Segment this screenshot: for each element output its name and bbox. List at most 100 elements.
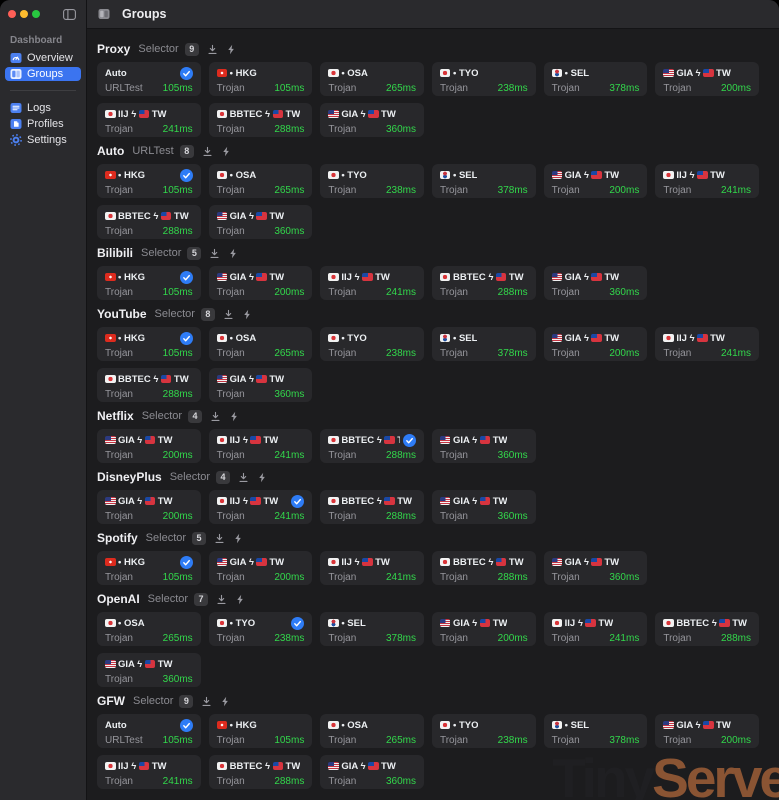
proxy-card[interactable]: GIA ϟTWTrojan200ms [97,429,201,463]
sidebar-item-logs[interactable]: Logs [5,101,81,115]
proxy-card[interactable]: IIJ ϟTWTrojan241ms [655,164,759,198]
flag-us-icon [440,497,451,505]
proxy-card[interactable]: • SELTrojan378ms [544,62,648,96]
bolt-icon[interactable] [242,309,252,320]
sidebar-item-groups[interactable]: Groups [5,67,81,81]
proxy-card[interactable]: • OSATrojan265ms [209,164,313,198]
proxy-card[interactable]: BBTEC ϟTWTrojan288ms [209,755,313,789]
proxy-card[interactable]: • SELTrojan378ms [432,327,536,361]
proxy-card[interactable]: • HKGTrojan105ms [209,62,313,96]
proxy-card[interactable]: • HKGTrojan105ms [209,714,313,748]
proxy-card-bottom: Trojan200ms [217,572,305,583]
proxy-card[interactable]: • HKGTrojan105ms [97,266,201,300]
proxy-card-bottom: Trojan241ms [663,348,751,359]
proxy-card[interactable]: • OSATrojan265ms [320,714,424,748]
bolt-icon[interactable] [235,594,245,605]
proxy-type: Trojan [663,348,691,359]
download-icon[interactable] [209,248,220,259]
bolt-icon[interactable] [233,533,243,544]
proxy-card[interactable]: BBTEC ϟTWTrojan288ms [432,266,536,300]
latency-value: 241ms [386,287,416,298]
bolt-icon[interactable] [226,44,236,55]
proxy-card[interactable]: GIA ϟTWTrojan200ms [209,266,313,300]
proxy-card[interactable]: • TYOTrojan238ms [320,327,424,361]
bolt-icon[interactable] [229,411,239,422]
proxy-card-top: IIJ ϟTW [105,760,193,773]
proxy-card[interactable]: BBTEC ϟTWTrojan288ms [209,103,313,137]
proxy-card[interactable]: IIJ ϟTWTrojan241ms [209,429,313,463]
proxy-card[interactable]: • OSATrojan265ms [97,612,201,646]
proxy-card[interactable]: IIJ ϟTWTrojan241ms [320,266,424,300]
proxy-name-text: • OSA [118,618,145,629]
proxy-card[interactable]: GIA ϟTWTrojan360ms [544,551,648,585]
proxy-card[interactable]: • TYOTrojan238ms [209,612,313,646]
proxy-card[interactable]: IIJ ϟTWTrojan241ms [320,551,424,585]
proxy-card[interactable]: GIA ϟTWTrojan360ms [97,653,201,687]
download-icon[interactable] [223,309,234,320]
download-icon[interactable] [238,472,249,483]
close-button[interactable] [8,10,16,18]
proxy-card[interactable]: GIA ϟTWTrojan200ms [544,164,648,198]
proxy-card[interactable]: GIA ϟTWTrojan360ms [320,103,424,137]
proxy-card[interactable]: IIJ ϟTWTrojan241ms [209,490,313,524]
proxy-card[interactable]: GIA ϟTWTrojan200ms [97,490,201,524]
download-icon[interactable] [202,146,213,157]
bolt-icon[interactable] [220,696,230,707]
proxy-card[interactable]: GIA ϟTWTrojan360ms [544,266,648,300]
proxy-type: Trojan [217,572,245,583]
proxy-card[interactable]: GIA ϟTWTrojan200ms [209,551,313,585]
proxy-card[interactable]: AutoURLTest105ms [97,62,201,96]
bolt-icon[interactable] [228,248,238,259]
minimize-button[interactable] [20,10,28,18]
proxy-card[interactable]: BBTEC ϟTWTrojan288ms [655,612,759,646]
proxy-card[interactable]: • TYOTrojan238ms [320,164,424,198]
proxy-card[interactable]: • SELTrojan378ms [432,164,536,198]
sidebar-item-settings[interactable]: Settings [5,133,81,147]
proxy-card[interactable]: • HKGTrojan105ms [97,551,201,585]
proxy-card[interactable]: GIA ϟTWTrojan360ms [209,205,313,239]
latency-value: 241ms [609,633,639,644]
proxy-card[interactable]: IIJ ϟTW Trojan241ms [97,755,201,789]
proxy-card-bottom: Trojan241ms [105,776,193,787]
proxy-card[interactable]: GIA ϟTWTrojan200ms [432,612,536,646]
zoom-button[interactable] [32,10,40,18]
proxy-card[interactable]: • TYOTrojan238ms [432,714,536,748]
proxy-card[interactable]: BBTEC ϟTWTrojan288ms [97,205,201,239]
proxy-card-top: GIA ϟTW [328,760,416,773]
proxy-card[interactable]: • HKGTrojan105ms [97,164,201,198]
proxy-card[interactable]: IIJ ϟTWTrojan241ms [655,327,759,361]
proxy-card[interactable]: AutoURLTest105ms [97,714,201,748]
proxy-card[interactable]: • SELTrojan378ms [544,714,648,748]
download-icon[interactable] [201,696,212,707]
proxy-card[interactable]: • OSATrojan265ms [209,327,313,361]
download-icon[interactable] [210,411,221,422]
bolt-icon[interactable] [257,472,267,483]
proxy-card[interactable]: GIA ϟTWTrojan200ms [655,714,759,748]
proxy-card[interactable]: GIA ϟTWTrojan360ms [432,490,536,524]
flag-tw-icon [273,762,284,770]
proxy-card[interactable]: GIA ϟTWTrojan360ms [432,429,536,463]
proxy-card[interactable]: GIA ϟTWTrojan360ms [209,368,313,402]
proxy-card[interactable]: BBTEC ϟTWTrojan288ms [320,429,424,463]
flag-jp-icon [217,334,228,342]
sidebar-item-overview[interactable]: Overview [5,51,81,65]
group-name: Bilibili [97,246,133,260]
proxy-card[interactable]: BBTEC ϟTWTrojan288ms [320,490,424,524]
proxy-card[interactable]: IIJ ϟTWTrojan241ms [97,103,201,137]
proxy-card[interactable]: • OSATrojan265ms [320,62,424,96]
proxy-card[interactable]: GIA ϟTWTrojan360ms [320,755,424,789]
proxy-card[interactable]: BBTEC ϟTWTrojan288ms [97,368,201,402]
proxy-card[interactable]: • TYOTrojan238ms [432,62,536,96]
proxy-card[interactable]: • SELTrojan378ms [320,612,424,646]
bolt-icon[interactable] [221,146,231,157]
sidebar-item-profiles[interactable]: Profiles [5,117,81,131]
proxy-card[interactable]: GIA ϟTWTrojan200ms [544,327,648,361]
sidebar-toggle-icon[interactable] [63,9,76,20]
download-icon[interactable] [207,44,218,55]
download-icon[interactable] [216,594,227,605]
proxy-card[interactable]: • HKGTrojan105ms [97,327,201,361]
proxy-card[interactable]: GIA ϟTWTrojan200ms [655,62,759,96]
proxy-card[interactable]: BBTEC ϟTWTrojan288ms [432,551,536,585]
download-icon[interactable] [214,533,225,544]
proxy-card[interactable]: IIJ ϟTWTrojan241ms [544,612,648,646]
